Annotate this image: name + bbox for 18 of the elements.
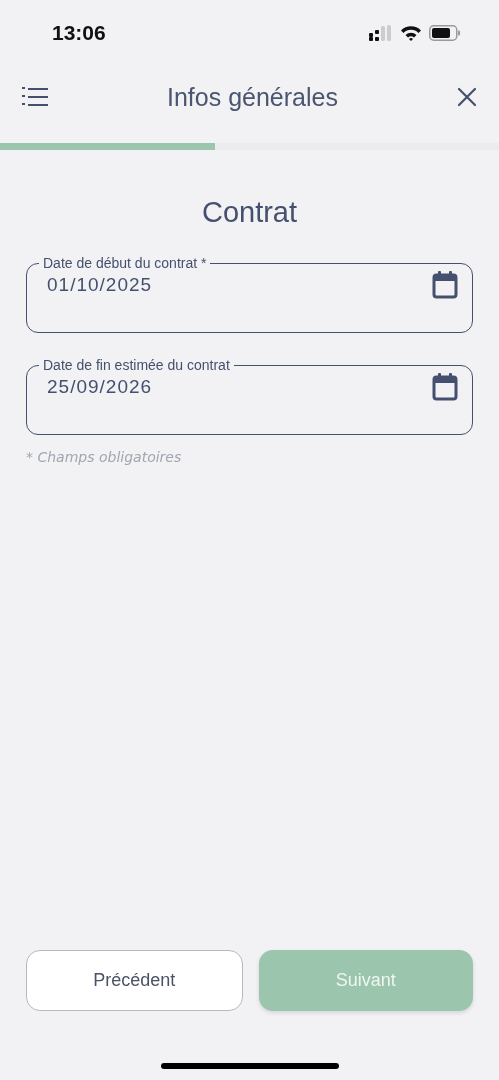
field-label: Date de fin estimée du contrat [42, 357, 231, 373]
signal-icon [369, 25, 393, 41]
previous-button[interactable]: Précédent [26, 950, 243, 1011]
section-title: Contrat [200, 196, 299, 229]
field-label: Date de début du contrat * [42, 255, 208, 271]
field-value: 25/09/2026 [47, 376, 153, 398]
page-title: Infos générales [167, 82, 338, 112]
numbered-list-icon[interactable] [22, 85, 48, 109]
calendar-icon[interactable] [432, 373, 458, 401]
calendar-icon[interactable] [432, 271, 458, 299]
required-fields-note: * Champs obligatoires [26, 449, 183, 465]
date-field[interactable]: Date de début du contrat * 01/10/2025 [26, 255, 473, 333]
wifi-icon [400, 25, 422, 41]
battery-icon [429, 25, 461, 41]
date-field[interactable]: Date de fin estimée du contrat 25/09/2026 [26, 357, 473, 435]
field-value: 01/10/2025 [47, 274, 153, 296]
close-icon[interactable] [457, 87, 477, 107]
status-time: 13:06 [52, 21, 106, 45]
